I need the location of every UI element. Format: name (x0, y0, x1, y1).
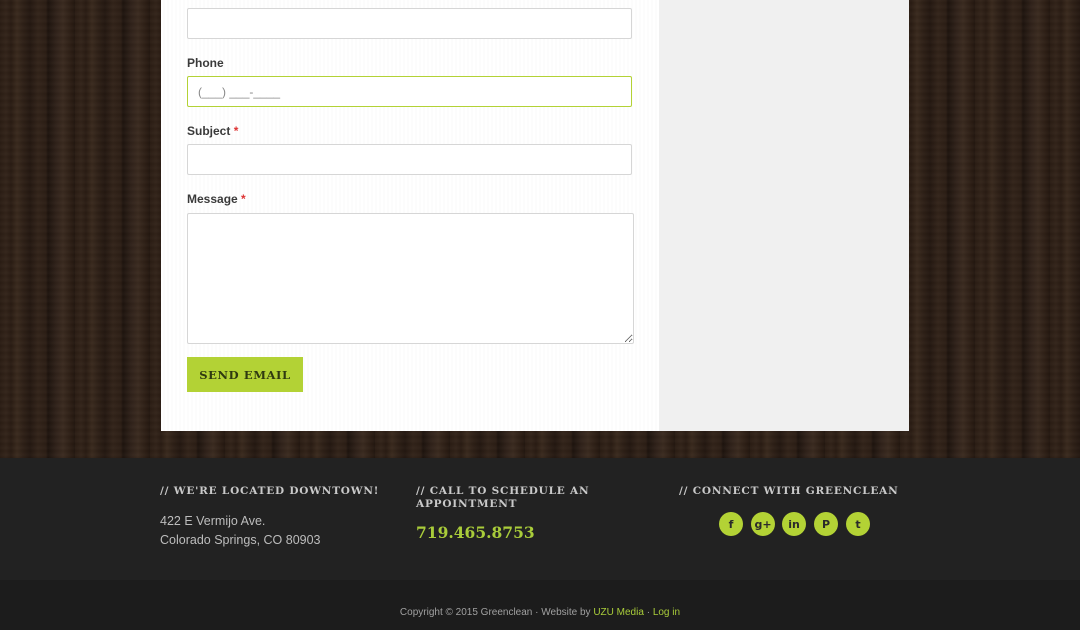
message-label: Message * (187, 192, 246, 206)
schedule-heading-line-1: // CALL TO SCHEDULE AN (416, 485, 590, 497)
subject-label-text: Subject (187, 124, 231, 138)
required-mark: * (241, 192, 246, 206)
schedule-heading: // CALL TO SCHEDULE AN APPOINTMENT (416, 485, 589, 511)
uzu-media-link[interactable]: UZU Media (593, 607, 644, 618)
phone-label: Phone (187, 56, 224, 70)
address-line-1: 422 E Vermijo Ave. (160, 514, 266, 528)
phone-number[interactable]: 719.465.8753 (416, 523, 535, 542)
address-line-2: Colorado Springs, CO 80903 (160, 533, 321, 547)
phone-field[interactable] (187, 76, 632, 107)
send-email-button[interactable]: SEND EMAIL (187, 357, 303, 392)
connect-heading: // CONNECT WITH GREENCLEAN (679, 485, 899, 497)
content-box: Phone Subject * Message * SEND EMAIL (161, 0, 909, 431)
separator: · (646, 607, 651, 618)
message-field[interactable] (187, 213, 634, 344)
contact-form: Phone Subject * Message * SEND EMAIL (161, 0, 659, 431)
message-label-text: Message (187, 192, 238, 206)
twitter-icon[interactable]: t (846, 512, 870, 536)
login-link[interactable]: Log in (653, 607, 680, 618)
copyright-line: Copyright © 2015 Greenclean · Website by… (0, 607, 1080, 618)
google-plus-icon[interactable]: g+ (751, 512, 775, 536)
pinterest-icon[interactable]: P (814, 512, 838, 536)
required-mark: * (233, 124, 239, 138)
subject-field[interactable] (187, 144, 632, 175)
subject-label: Subject * (187, 124, 238, 138)
linkedin-icon[interactable]: in (782, 512, 806, 536)
copyright-text: Copyright © 2015 Greenclean · Website by (399, 607, 591, 618)
location-heading: // WE'RE LOCATED DOWNTOWN! (160, 485, 380, 497)
facebook-icon[interactable]: f (719, 512, 743, 536)
email-field[interactable] (187, 8, 632, 39)
schedule-heading-line-2: APPOINTMENT (416, 498, 518, 510)
footer-bottom-bar (0, 580, 1080, 630)
